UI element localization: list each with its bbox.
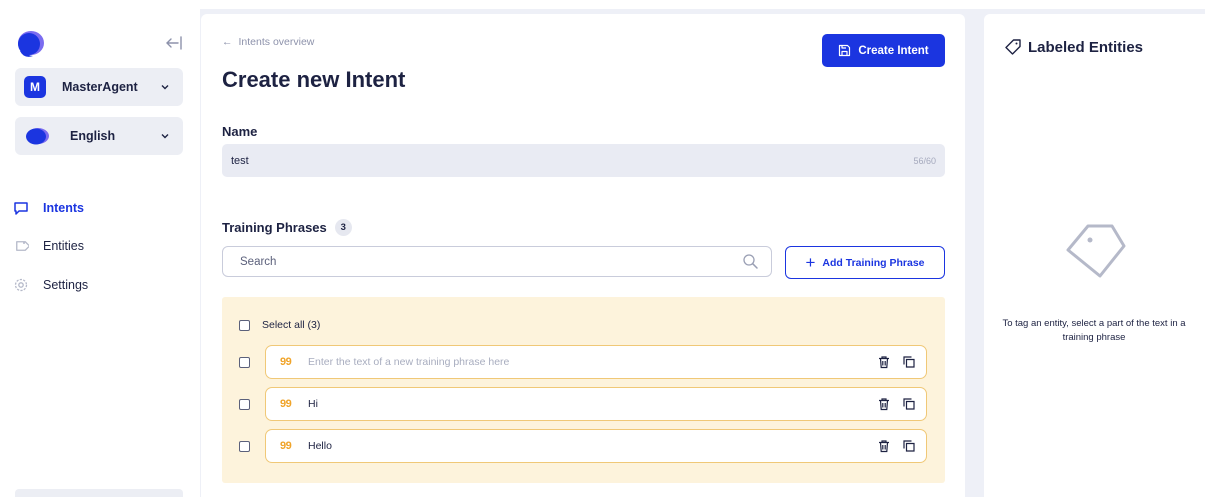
training-phrase[interactable]: 99 Hi [265, 387, 927, 421]
language-select-label: English [70, 129, 116, 143]
search-placeholder: Search [240, 255, 277, 268]
app-logo-icon[interactable] [16, 29, 46, 59]
tag-icon [1005, 39, 1021, 55]
create-intent-button[interactable]: Create Intent [822, 34, 945, 67]
training-phrase-text: Hello [308, 440, 332, 452]
create-intent-label: Create Intent [858, 44, 929, 57]
main-panel: ← Intents overview Create new Intent Crea… [201, 14, 965, 497]
training-phrases-heading: Training Phrases 3 [222, 219, 352, 236]
quote-icon: 99 [280, 356, 292, 368]
quote-icon: 99 [280, 440, 292, 452]
select-all[interactable]: Select all (3) [239, 319, 320, 331]
gear-icon [14, 278, 28, 292]
sidebar-footer [15, 489, 183, 497]
list-item: 99 Hi [239, 387, 927, 421]
sidebar: M MasterAgent English Intents Entities S… [0, 9, 200, 497]
sidebar-item-entities[interactable]: Entities [0, 233, 200, 259]
list-item: 99 Enter the text of a new training phra… [239, 345, 927, 379]
chevron-down-icon [161, 134, 169, 139]
new-phrase-placeholder: Enter the text of a new training phrase … [308, 356, 510, 368]
labeled-entities-title: Labeled Entities [1028, 38, 1144, 56]
language-logo-icon [26, 128, 49, 145]
new-phrase-input[interactable]: 99 Enter the text of a new training phra… [265, 345, 927, 379]
trash-icon[interactable] [877, 439, 891, 453]
select-all-label: Select all (3) [262, 319, 321, 331]
save-icon [839, 44, 851, 57]
list-item: 99 Hello [239, 429, 927, 463]
name-char-counter: 56/60 [913, 155, 936, 166]
empty-state-hint: To tag an entity, select a part of the t… [1002, 318, 1186, 343]
phrase-checkbox[interactable] [239, 440, 250, 452]
plus-icon: + [805, 253, 816, 272]
chevron-down-icon [161, 85, 169, 90]
training-phrases-list: Select all (3) 99 Enter the text of a ne… [222, 297, 945, 483]
agent-select-label: MasterAgent [62, 80, 138, 94]
trash-icon[interactable] [877, 397, 891, 411]
labeled-entities-panel: Labeled Entities To tag an entity, selec… [984, 14, 1205, 497]
training-phrase-text: Hi [308, 398, 318, 410]
tag-icon [1066, 224, 1126, 278]
copy-icon[interactable] [902, 439, 916, 453]
add-training-phrase-button[interactable]: + Add Training Phrase [785, 246, 945, 279]
collapse-sidebar-icon[interactable] [164, 33, 184, 53]
copy-icon[interactable] [902, 355, 916, 369]
search-icon [743, 254, 758, 269]
sidebar-item-label: Settings [43, 278, 89, 292]
sidebar-item-label: Entities [43, 239, 84, 253]
training-phrase-search-input[interactable]: Search [222, 246, 772, 277]
tag-icon [16, 241, 29, 251]
language-select[interactable]: English [15, 117, 183, 155]
select-all-checkbox[interactable] [239, 319, 250, 331]
breadcrumb-label: Intents overview [238, 36, 315, 48]
sidebar-item-intents[interactable]: Intents [0, 195, 200, 221]
name-label: Name [222, 124, 258, 139]
quote-icon: 99 [280, 398, 292, 410]
breadcrumb[interactable]: ← Intents overview [222, 36, 314, 48]
agent-avatar: M [24, 76, 46, 98]
phrase-checkbox[interactable] [239, 398, 250, 410]
top-strip [0, 0, 1205, 9]
training-phrase[interactable]: 99 Hello [265, 429, 927, 463]
phrase-checkbox[interactable] [239, 356, 250, 368]
sidebar-item-label: Intents [43, 201, 84, 215]
name-field[interactable]: test 56/60 [222, 144, 945, 177]
sidebar-item-settings[interactable]: Settings [0, 272, 200, 298]
copy-icon[interactable] [902, 397, 916, 411]
labeled-entities-heading: Labeled Entities [1004, 38, 1143, 56]
page-title: Create new Intent [222, 67, 406, 92]
add-training-phrase-label: Add Training Phrase [822, 256, 925, 269]
trash-icon[interactable] [877, 355, 891, 369]
arrow-left-icon: ← [222, 36, 233, 48]
agent-select[interactable]: M MasterAgent [15, 68, 183, 106]
chat-bubble-icon [14, 202, 28, 215]
name-value: test [231, 154, 249, 167]
training-phrases-count-badge: 3 [334, 219, 352, 236]
training-phrases-label: Training Phrases [222, 220, 327, 235]
